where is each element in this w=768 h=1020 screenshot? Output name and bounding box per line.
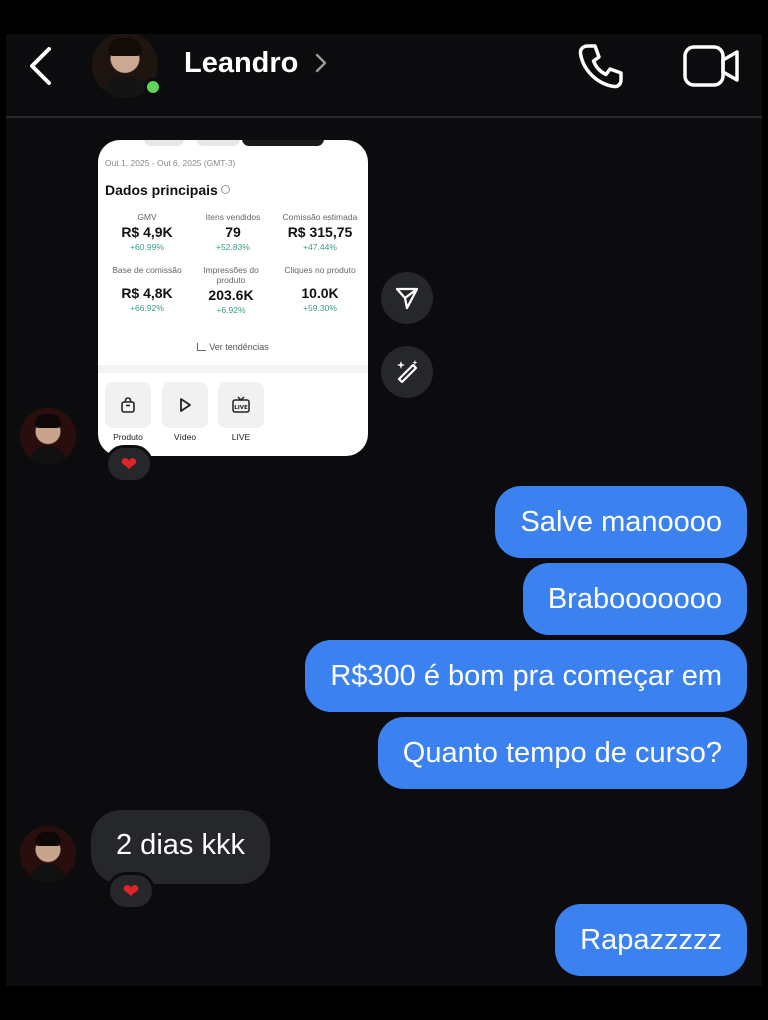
send-icon (395, 287, 419, 310)
heart-icon: ❤ (122, 879, 140, 903)
metric-value: R$ 4,9K (121, 224, 173, 240)
metric-label: Cliques no produto (284, 265, 356, 275)
info-icon (220, 185, 230, 194)
sender-avatar[interactable] (20, 408, 76, 464)
cropped-tabs (98, 140, 368, 150)
metric-commission: Comissão estimada R$ 315,75 +47.44% (274, 212, 366, 252)
metric-impressions: Impressões do produto 203.6K +6.92% (190, 265, 272, 315)
metric-delta: +66.92% (130, 303, 164, 313)
metric-commission-base: Base de comissão R$ 4,8K +66.92% (104, 265, 190, 313)
edit-magic-button[interactable] (381, 346, 433, 398)
chevron-right-icon[interactable] (314, 51, 328, 75)
date-range: Out 1, 2025 - Out 6, 2025 (GMT-3) (105, 158, 236, 168)
chat-screen: Leandro Out 1, 2025 - Out 6, 2025 (GMT-3… (6, 34, 762, 986)
heart-icon: ❤ (120, 452, 138, 476)
divider (98, 365, 368, 373)
metric-label: Itens vendidos (205, 212, 261, 222)
chart-icon (197, 343, 207, 351)
metric-delta: +6.92% (216, 305, 246, 315)
sender-avatar[interactable] (20, 826, 76, 882)
avatar-hair (35, 832, 61, 846)
tile-label-product: Produto (113, 432, 143, 442)
metric-value: 203.6K (208, 287, 254, 303)
play-icon (180, 398, 191, 412)
section-title: Dados principais (105, 182, 230, 198)
metric-value: R$ 4,8K (121, 285, 173, 301)
trends-link: Ver tendências (98, 342, 368, 352)
chevron-left-icon (30, 47, 51, 85)
message-outgoing[interactable]: Quanto tempo de curso? (377, 717, 747, 789)
metric-value: 10.0K (301, 285, 339, 301)
metric-label: Comissão estimada (282, 212, 358, 222)
metric-value: 79 (225, 224, 241, 240)
avatar-hair (35, 414, 61, 428)
message-outgoing[interactable]: Rapazzzzz (555, 904, 747, 976)
metric-label: Base de comissão (112, 265, 182, 275)
online-status-dot (144, 78, 162, 96)
tile-label-live: LIVE (231, 432, 251, 442)
metric-delta: +52.83% (216, 242, 250, 252)
metric-gmv: GMV R$ 4,9K +60.99% (104, 212, 190, 252)
svg-text:LIVE: LIVE (234, 405, 248, 411)
phone-icon (578, 44, 623, 89)
contact-name[interactable]: Leandro (184, 47, 298, 80)
tile-live: LIVE (218, 382, 264, 428)
avatar-shirt (102, 76, 148, 98)
tile-label-video: Vídeo (173, 432, 197, 442)
metric-label: Impressões do produto (203, 265, 259, 285)
video-camera-icon (683, 45, 739, 87)
tile-video (162, 382, 208, 428)
magic-pen-icon (397, 360, 418, 384)
message-outgoing[interactable]: R$300 é bom pra começar em (305, 640, 747, 712)
metric-delta: +47.44% (303, 242, 337, 252)
voice-call-button[interactable] (572, 38, 628, 94)
metric-clicks: Cliques no produto 10.0K +59.30% (274, 265, 366, 313)
metric-value: R$ 315,75 (287, 224, 353, 240)
avatar-shirt (30, 446, 66, 464)
back-button[interactable] (20, 44, 60, 88)
metric-delta: +60.99% (130, 242, 164, 252)
avatar-hair (108, 38, 142, 56)
message-outgoing[interactable]: Brabooooooo (522, 563, 747, 635)
avatar-shirt (30, 864, 66, 882)
share-button[interactable] (381, 272, 433, 324)
heart-reaction[interactable]: ❤ (105, 445, 153, 483)
tile-product (105, 382, 151, 428)
metric-label: GMV (137, 212, 157, 222)
video-call-button[interactable] (682, 42, 742, 92)
message-outgoing[interactable]: Salve manoooo (495, 486, 747, 558)
heart-reaction[interactable]: ❤ (107, 872, 155, 910)
shopping-bag-icon (121, 397, 135, 413)
shared-screenshot-card[interactable]: Out 1, 2025 - Out 6, 2025 (GMT-3) Dados … (98, 140, 368, 456)
metric-items-sold: Itens vendidos 79 +52.83% (190, 212, 276, 252)
chat-header: Leandro (6, 34, 762, 118)
metric-delta: +59.30% (303, 303, 337, 313)
live-tv-icon: LIVE (232, 396, 250, 413)
